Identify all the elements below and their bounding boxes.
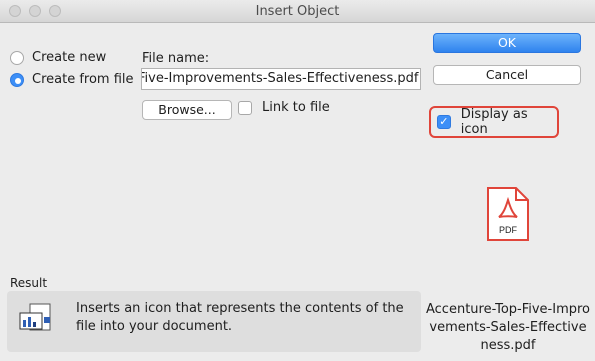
window-title: Insert Object — [255, 4, 340, 19]
link-to-file-label: Link to file — [262, 100, 330, 115]
display-as-icon-label: Display as icon — [460, 107, 528, 137]
radio-indicator-create-new[interactable] — [10, 50, 24, 65]
pdf-type-label: PDF — [499, 225, 518, 235]
browse-button[interactable]: Browse... — [142, 100, 232, 120]
file-name-value: Five-Improvements-Sales-Effectiveness.pd… — [141, 71, 419, 86]
link-to-file-checkbox[interactable] — [238, 100, 252, 115]
radio-indicator-create-from-file[interactable] — [10, 72, 24, 87]
pdf-file-icon: PDF — [486, 186, 530, 242]
cancel-button[interactable]: Cancel — [433, 65, 581, 85]
radio-label-create-from-file: Create from file — [32, 72, 134, 87]
title-bar: Insert Object — [0, 0, 595, 23]
link-to-file-option[interactable]: Link to file — [238, 100, 330, 115]
radio-label-create-new: Create new — [32, 50, 107, 65]
radio-create-new[interactable]: Create new — [10, 50, 106, 65]
result-box: Inserts an icon that represents the cont… — [7, 291, 421, 352]
radio-create-from-file[interactable]: Create from file — [10, 72, 134, 87]
ok-button[interactable]: OK — [433, 33, 581, 53]
insert-icon-preview-icon — [19, 303, 55, 337]
result-description: Inserts an icon that represents the cont… — [76, 301, 404, 334]
file-name-field[interactable]: Five-Improvements-Sales-Effectiveness.pd… — [141, 68, 421, 90]
display-as-icon-checkbox[interactable]: ✓ — [437, 115, 451, 129]
result-label: Result — [10, 276, 48, 290]
display-as-icon-option[interactable]: ✓ Display as icon — [429, 106, 559, 138]
icon-caption: Accenture-Top-Five-Improvements-Sales-Ef… — [426, 302, 591, 353]
file-name-label: File name: — [142, 51, 210, 66]
